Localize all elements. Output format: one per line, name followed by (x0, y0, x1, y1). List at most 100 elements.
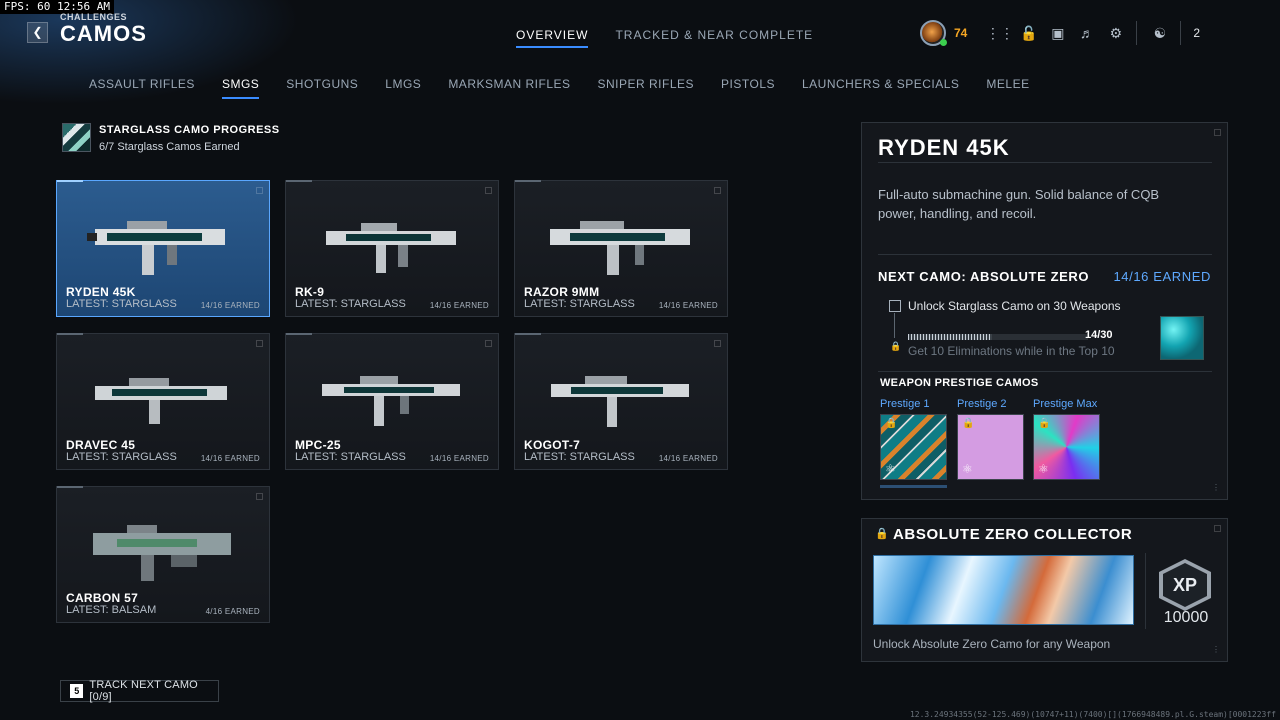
camera-icon[interactable]: ▣ (1043, 25, 1072, 42)
bell-icon[interactable]: ♬ (1072, 25, 1101, 41)
locked-challenge-text: Get 10 Eliminations while in the Top 10 (908, 344, 1115, 358)
weapon-name: RYDEN 45K (66, 285, 136, 299)
prestige-1-camo[interactable]: 🔒 ⚛ (880, 414, 947, 480)
avatar[interactable] (920, 20, 947, 46)
scroll-indicator-icon: ⋮ (1212, 483, 1220, 492)
gear-icon[interactable]: ⚙ (1101, 25, 1130, 42)
back-button[interactable]: ❮ (27, 22, 48, 43)
panel-corner-marker (1214, 525, 1221, 532)
challenge-progress-bar (908, 334, 1088, 340)
progress-subtitle: 6/7 Starglass Camos Earned (99, 141, 240, 153)
track-next-camo-button[interactable]: 5 TRACK NEXT CAMO [0/9] (60, 679, 219, 703)
collector-description: Unlock Absolute Zero Camo for any Weapon (873, 637, 1111, 651)
tab-melee[interactable]: MELEE (986, 77, 1029, 99)
prestige-icon: ⚛ (962, 462, 973, 476)
party-icon[interactable]: ☯ (1145, 25, 1174, 42)
challenge-checkbox[interactable] (889, 300, 901, 312)
prestige-icon: ⚛ (885, 462, 896, 476)
track-next-camo-label: TRACK NEXT CAMO [0/9] (89, 679, 198, 703)
card-corner-marker (485, 340, 492, 347)
tab-marksman-rifles[interactable]: MARKSMAN RIFLES (448, 77, 570, 99)
detail-description: Full-auto submachine gun. Solid balance … (878, 187, 1160, 221)
tab-shotguns[interactable]: SHOTGUNS (286, 77, 358, 99)
top-tabs: OVERVIEW TRACKED & NEAR COMPLETE (516, 28, 813, 48)
weapon-latest-camo: LATEST: STARGLASS (66, 451, 177, 463)
lock-icon: 🔒 (875, 528, 889, 540)
category-tabs: ASSAULT RIFLES SMGS SHOTGUNS LMGS MARKSM… (89, 77, 1057, 99)
lock-icon: 🔒 (1038, 418, 1051, 429)
progress-title: STARGLASS CAMO PROGRESS (99, 124, 280, 136)
weapon-earned: 14/16 EARNED (200, 454, 260, 463)
weapon-card[interactable]: MPC-25 LATEST: STARGLASS 14/16 EARNED (285, 333, 499, 470)
challenge-progress-fill (908, 334, 993, 340)
prestige-selected-indicator (880, 485, 947, 488)
prestige-max-camo[interactable]: 🔒 ⚛ (1033, 414, 1100, 480)
card-corner-marker (714, 340, 721, 347)
tab-smgs[interactable]: SMGS (221, 77, 260, 99)
weapon-card[interactable]: KOGOT-7 LATEST: STARGLASS 14/16 EARNED (514, 333, 728, 470)
fps-label: FPS: (4, 0, 31, 13)
smg-image (550, 221, 690, 275)
tab-assault-rifles[interactable]: ASSAULT RIFLES (89, 77, 195, 99)
detail-weapon-name: RYDEN 45K (878, 135, 1010, 160)
grid-menu-icon[interactable]: ⋮⋮ (985, 25, 1014, 42)
camo-preview[interactable] (1160, 316, 1204, 360)
weapon-card[interactable]: RK-9 LATEST: STARGLASS 14/16 EARNED (285, 180, 499, 317)
weapon-name: RAZOR 9MM (524, 285, 600, 299)
keybind-key: 5 (70, 684, 84, 698)
weapon-card[interactable]: DRAVEC 45 LATEST: STARGLASS 14/16 EARNED (56, 333, 270, 470)
tab-lmgs[interactable]: LMGS (385, 77, 421, 99)
collector-panel: 🔒 ABSOLUTE ZERO COLLECTOR XP 10000 Unloc… (861, 518, 1228, 662)
collector-banner-image (873, 555, 1134, 625)
weapon-card[interactable]: RYDEN 45K LATEST: STARGLASS 14/16 EARNED (56, 180, 270, 317)
xp-amount: 10000 (1163, 609, 1209, 626)
weapon-latest-camo: LATEST: STARGLASS (295, 451, 406, 463)
weapon-card[interactable]: RAZOR 9MM LATEST: STARGLASS 14/16 EARNED (514, 180, 728, 317)
fps-value: 60 (37, 0, 51, 13)
tab-sniper-rifles[interactable]: SNIPER RIFLES (598, 77, 695, 99)
weapon-latest-camo: LATEST: STARGLASS (524, 451, 635, 463)
weapon-card[interactable]: CARBON 57 LATEST: BALSAM 4/16 EARNED (56, 486, 270, 623)
hud-divider (1136, 21, 1138, 45)
player-level: 74 (954, 26, 968, 40)
weapon-name: RK-9 (295, 285, 325, 299)
hud-bar: 74 ⋮⋮ 🔓 ▣ ♬ ⚙ ☯ 2 (920, 18, 1200, 48)
smg-image (551, 376, 689, 427)
challenge-text: Unlock Starglass Camo on 30 Weapons (908, 299, 1121, 313)
tab-tracked[interactable]: TRACKED & NEAR COMPLETE (615, 28, 813, 48)
unlock-icon[interactable]: 🔓 (1014, 25, 1043, 42)
divider (878, 371, 1212, 372)
prestige-icon: ⚛ (1038, 462, 1049, 476)
weapon-latest-camo: LATEST: BALSAM (66, 604, 157, 616)
divider (878, 254, 1212, 255)
weapon-name: KOGOT-7 (524, 438, 581, 452)
tab-launchers-specials[interactable]: LAUNCHERS & SPECIALS (802, 77, 959, 99)
lock-icon: 🔒 (890, 341, 902, 351)
weapon-earned: 14/16 EARNED (658, 301, 718, 310)
weapon-latest-camo: LATEST: STARGLASS (295, 298, 406, 310)
tab-pistols[interactable]: PISTOLS (721, 77, 775, 99)
weapon-name: MPC-25 (295, 438, 341, 452)
smg-image (93, 525, 231, 581)
hud-divider (1180, 21, 1182, 45)
divider (878, 162, 1212, 163)
page-title: CAMOS (60, 21, 147, 46)
prestige-1-label: Prestige 1 (880, 398, 930, 410)
prestige-max-label: Prestige Max (1033, 398, 1098, 410)
lock-icon: 🔒 (885, 418, 898, 429)
collector-title: ABSOLUTE ZERO COLLECTOR (893, 526, 1133, 543)
weapon-latest-camo: LATEST: STARGLASS (66, 298, 177, 310)
divider (1145, 553, 1146, 629)
card-corner-marker (485, 187, 492, 194)
starglass-camo-icon (62, 123, 91, 152)
prestige-2-camo[interactable]: 🔒 ⚛ (957, 414, 1024, 480)
prestige-2-label: Prestige 2 (957, 398, 1007, 410)
card-corner-marker (256, 340, 263, 347)
challenge-connector (894, 313, 895, 338)
weapon-detail-panel: RYDEN 45K Full-auto submachine gun. Soli… (861, 122, 1228, 500)
smg-image (95, 378, 227, 424)
party-count: 2 (1193, 26, 1201, 40)
tab-overview[interactable]: OVERVIEW (516, 28, 589, 48)
weapon-earned: 14/16 EARNED (658, 454, 718, 463)
card-corner-marker (714, 187, 721, 194)
